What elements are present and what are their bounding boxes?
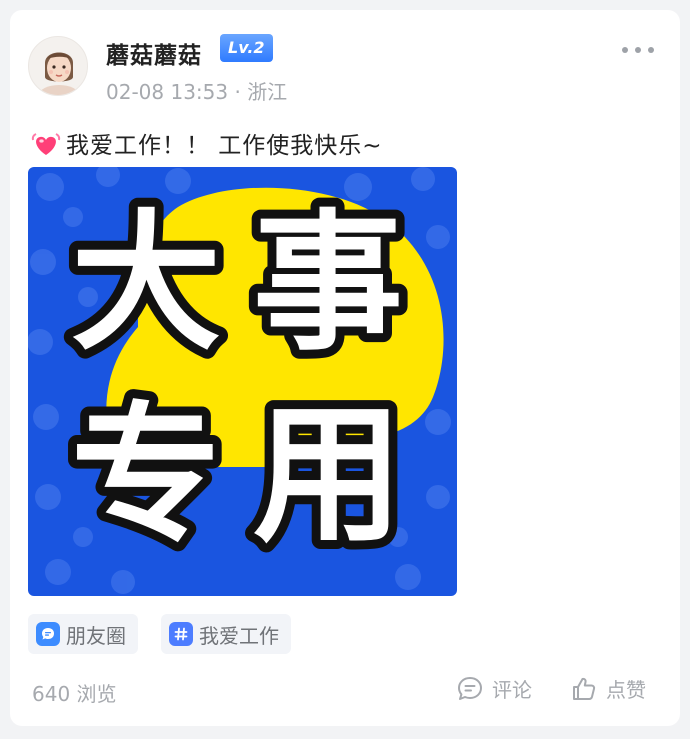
view-count: 640 浏览	[32, 682, 117, 706]
level-badge: Lv.2	[220, 34, 273, 62]
comment-button[interactable]: 评论	[456, 674, 532, 703]
comment-icon	[458, 676, 482, 700]
like-label: 点赞	[606, 678, 646, 702]
chat-bubble-icon	[36, 622, 60, 646]
post-location: 浙江	[247, 80, 288, 104]
poster-char-4: 用	[253, 389, 403, 563]
like-button[interactable]: 点赞	[570, 674, 646, 703]
avatar-image	[39, 52, 79, 95]
comment-label: 评论	[492, 678, 532, 702]
poster-char-2: 事	[253, 197, 403, 371]
post-image[interactable]: 大 大 事 事 专 专 用 用	[28, 167, 457, 596]
post-datetime: 02-08 13:53	[106, 80, 229, 104]
dot	[635, 47, 641, 53]
avatar[interactable]	[28, 36, 88, 96]
beating-heart-icon	[31, 133, 61, 155]
author-name[interactable]: 蘑菇蘑菇	[106, 36, 202, 70]
tag-label: 朋友圈	[66, 623, 126, 648]
post-card: 蘑菇蘑菇 Lv.2 02-08 13:53 · 浙江 我爱工作！！ 工作使我快乐…	[10, 10, 680, 726]
more-options-icon[interactable]	[622, 44, 654, 56]
post-meta: 02-08 13:53 · 浙江	[106, 76, 287, 105]
thumbs-up-icon	[573, 677, 596, 700]
hashtag-icon	[169, 622, 193, 646]
poster-char-1: 大	[71, 197, 221, 371]
post-text-content: 我爱工作！！ 工作使我快乐~	[66, 133, 383, 159]
post-text: 我爱工作！！ 工作使我快乐~	[30, 126, 383, 160]
dot	[648, 47, 654, 53]
dot	[622, 47, 628, 53]
tag-label: 我爱工作	[199, 623, 279, 648]
poster-char-3: 专	[71, 389, 221, 563]
meta-separator: ·	[228, 80, 248, 104]
tag-moments[interactable]: 朋友圈	[28, 614, 138, 654]
tag-topic[interactable]: 我爱工作	[161, 614, 291, 654]
poster-graphic: 大 大 事 事 专 专 用 用	[28, 167, 457, 596]
